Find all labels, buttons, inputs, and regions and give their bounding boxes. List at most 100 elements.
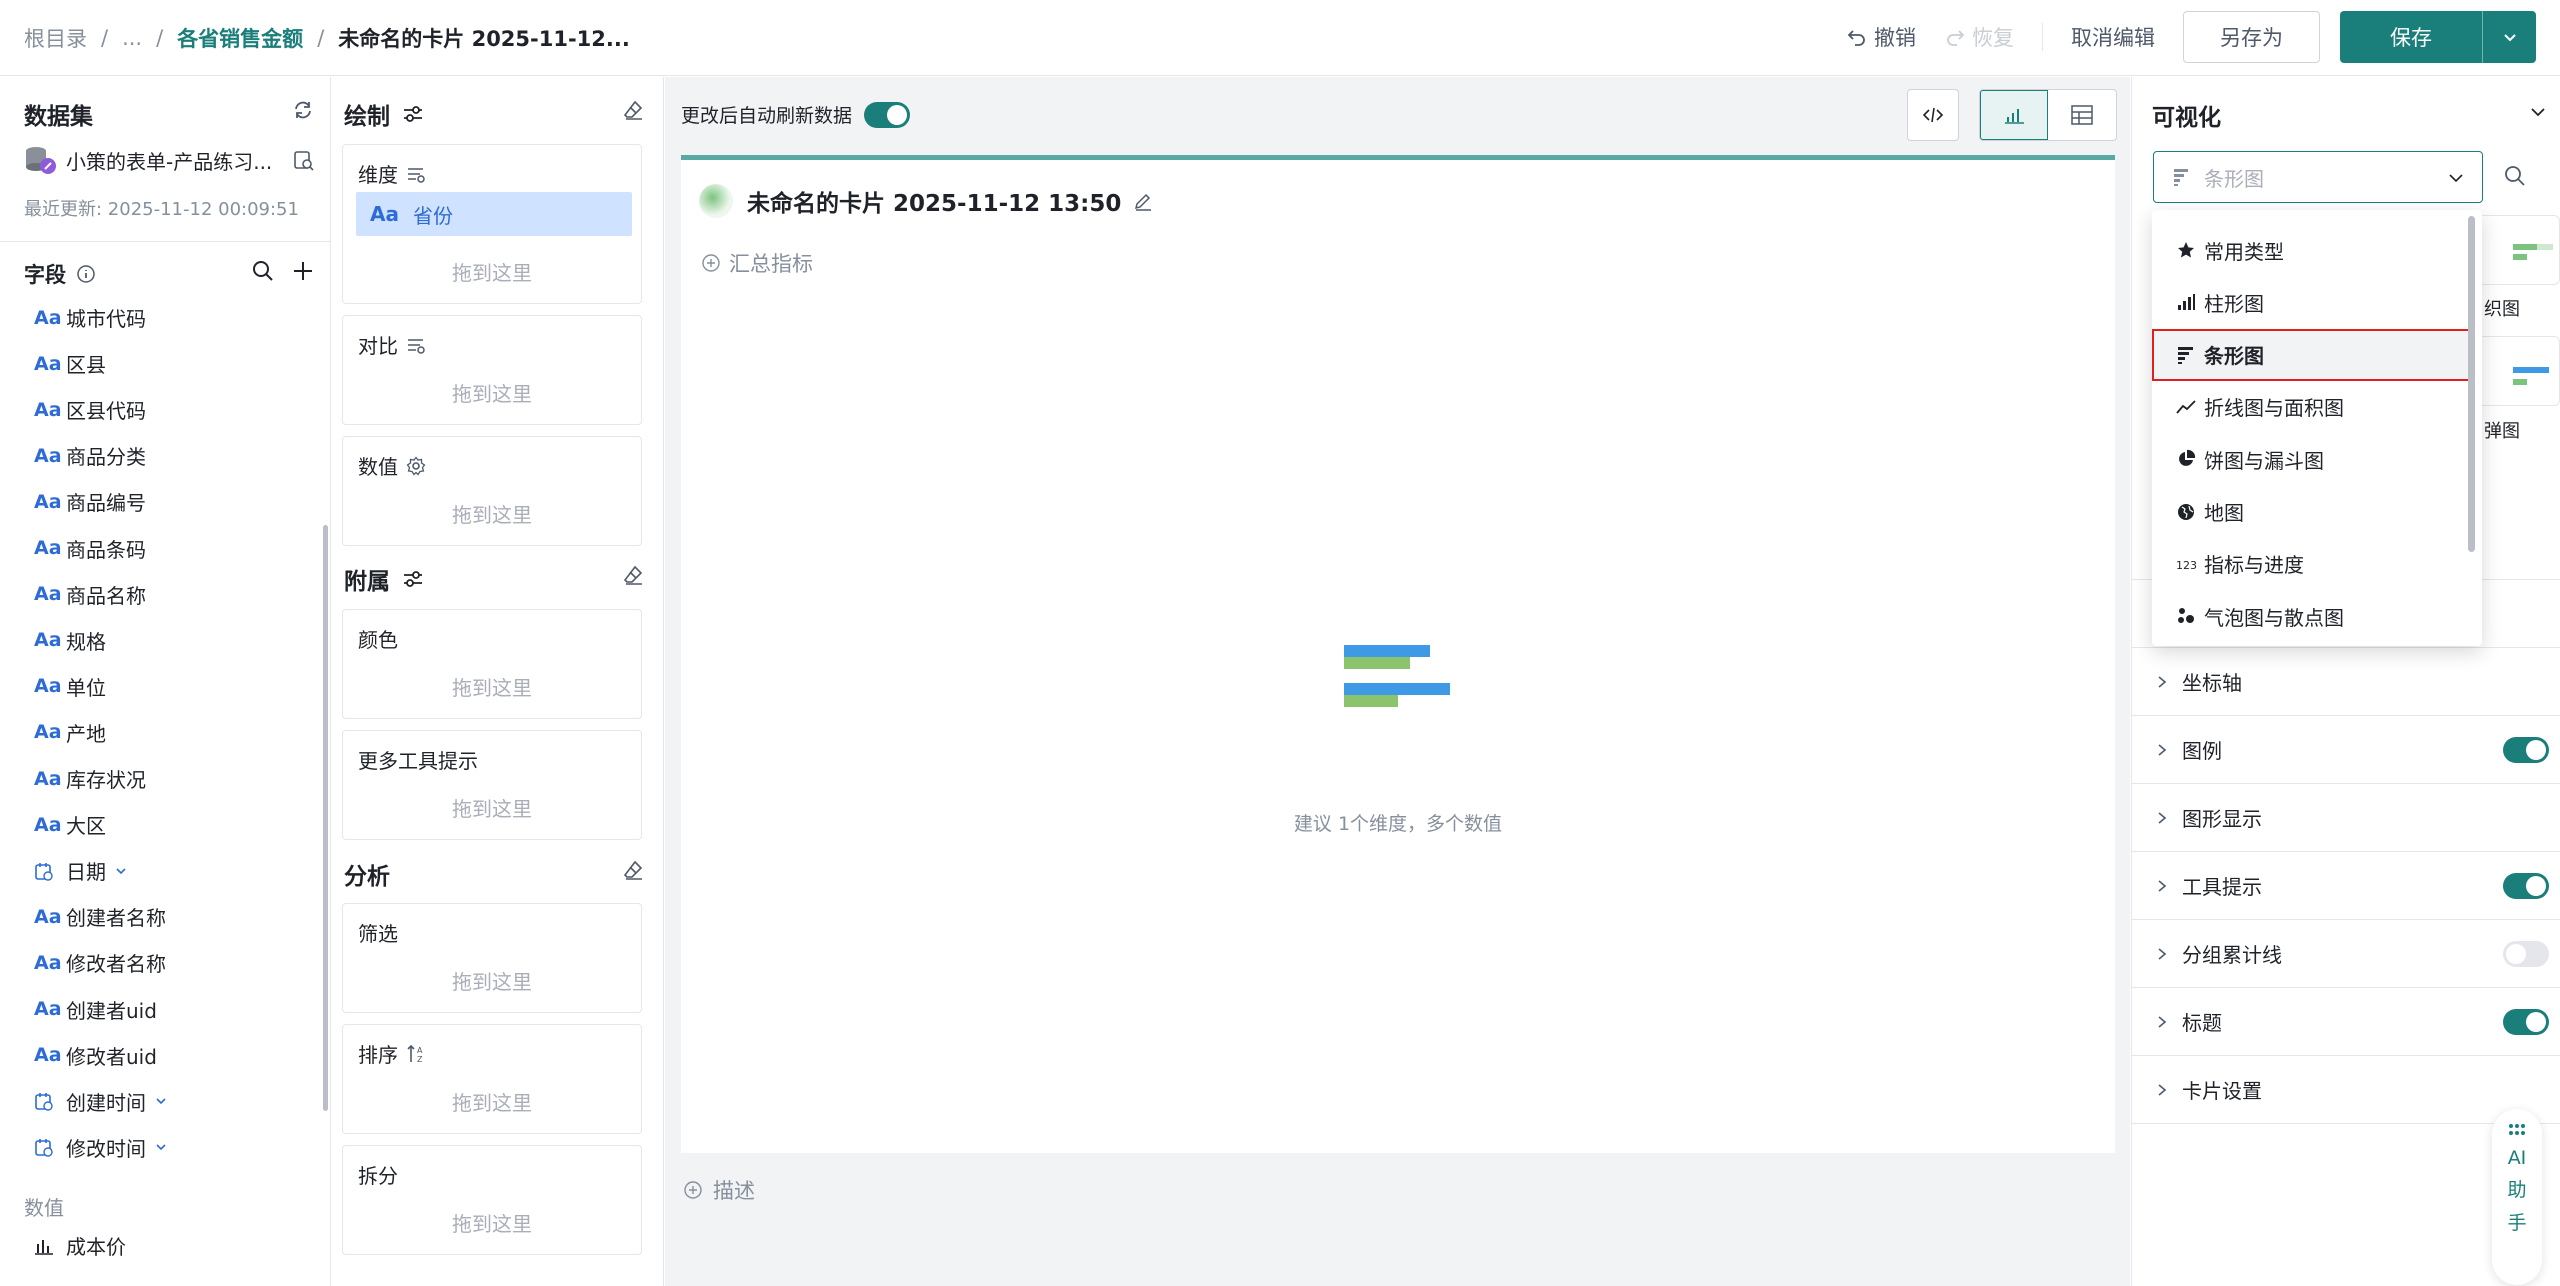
list-settings-icon[interactable] (406, 164, 426, 184)
redo-label: 恢复 (1972, 26, 2014, 50)
sort-icon[interactable]: AZ (406, 1043, 428, 1065)
dropdown-scrollbar[interactable] (2468, 216, 2475, 552)
eraser-icon[interactable] (622, 99, 644, 121)
bar-chart-icon (2005, 109, 2024, 124)
chart-type-select[interactable]: 条形图 (2153, 151, 2483, 203)
ai-assistant-button[interactable]: AI 助 手 (2492, 1109, 2542, 1285)
dataset-item[interactable]: 小策的表单-产品练习... (24, 145, 272, 175)
cancel-edit-button[interactable]: 取消编辑 (2071, 22, 2155, 52)
dimension-chip[interactable]: Aa 省份 (356, 192, 632, 236)
field-item[interactable]: 修改时间 (34, 1133, 168, 1162)
eraser-icon[interactable] (622, 859, 644, 881)
chart-type-option[interactable]: 饼图与漏斗图 (2152, 433, 2482, 485)
edit-icon[interactable] (1133, 191, 1153, 211)
settings-sliders-icon[interactable] (402, 103, 424, 125)
viz-section[interactable]: 工具提示 (2132, 852, 2560, 920)
code-view-button[interactable] (1907, 89, 1959, 141)
breadcrumb-ellipsis[interactable]: ... (122, 26, 142, 50)
switch-dataset-icon[interactable] (292, 99, 314, 121)
preview-dataset-icon[interactable] (292, 149, 314, 171)
save-menu-button[interactable] (2482, 11, 2536, 63)
gear-icon[interactable] (406, 455, 426, 476)
sort-dropzone[interactable]: 排序 AZ 拖到这里 (342, 1024, 642, 1134)
field-item[interactable]: Aa 创建者名称 (34, 902, 166, 931)
chevron-down-icon[interactable] (154, 1140, 168, 1154)
field-item[interactable]: 日期 (34, 856, 128, 885)
field-item[interactable]: Aa 修改者uid (34, 1041, 157, 1070)
chart-type-option[interactable]: 气泡图与散点图 (2152, 590, 2482, 642)
viz-section[interactable]: 图例 (2132, 716, 2560, 784)
section-toggle[interactable] (2503, 736, 2549, 763)
card-title[interactable]: 未命名的卡片 2025-11-12 13:50 (747, 184, 1121, 218)
field-item[interactable]: 创建时间 (34, 1087, 168, 1116)
add-metric[interactable]: 汇总指标 (701, 248, 813, 278)
info-icon[interactable] (76, 264, 96, 284)
field-item[interactable]: Aa 商品名称 (34, 580, 146, 609)
viz-section[interactable]: 坐标轴 (2132, 648, 2560, 716)
save-as-button[interactable]: 另存为 (2183, 11, 2320, 63)
save-button[interactable]: 保存 (2340, 11, 2482, 63)
breadcrumb-folder[interactable]: 各省销售金额 (177, 23, 303, 53)
section-toggle[interactable] (2503, 872, 2549, 899)
chart-type-option[interactable]: 折线图与面积图 (2152, 381, 2482, 433)
field-item[interactable]: Aa 创建者uid (34, 995, 157, 1024)
field-label: 区县代码 (66, 399, 146, 424)
chart-type-option[interactable]: 123 指标与进度 (2152, 538, 2482, 590)
chart-view-button[interactable] (1980, 90, 2049, 140)
chart-type-option[interactable]: 常用类型 (2152, 224, 2482, 276)
chevron-down-icon[interactable] (154, 1094, 168, 1108)
viz-section[interactable]: 标题 (2132, 988, 2560, 1056)
chart-type-option[interactable]: 条形图 (2152, 328, 2474, 381)
eraser-icon[interactable] (622, 564, 644, 586)
filter-dropzone[interactable]: 筛选 拖到这里 (342, 903, 642, 1013)
chevron-down-icon[interactable] (2528, 102, 2548, 122)
search-icon[interactable] (2504, 165, 2526, 187)
field-item[interactable]: Aa 单位 (34, 672, 106, 701)
undo-button[interactable]: 撤销 (1846, 22, 1916, 52)
field-label: 单位 (66, 675, 106, 700)
viz-section[interactable]: 卡片设置 (2132, 1056, 2560, 1124)
viz-section[interactable]: 分组累计线 (2132, 920, 2560, 988)
number-field-item[interactable]: 成本价 (34, 1231, 126, 1260)
chevron-down-icon[interactable] (114, 864, 128, 878)
field-item[interactable]: Aa 大区 (34, 810, 106, 839)
field-item[interactable]: Aa 商品编号 (34, 487, 146, 516)
chart-thumbnail[interactable] (2472, 336, 2560, 406)
auto-refresh-toggle[interactable] (864, 101, 911, 128)
add-description[interactable]: 描述 (683, 1175, 755, 1205)
tooltip-dropzone[interactable]: 更多工具提示 拖到这里 (342, 730, 642, 840)
redo-button[interactable]: 恢复 (1944, 22, 2014, 52)
chart-type-option[interactable]: 地图 (2152, 486, 2482, 538)
add-metric-label: 汇总指标 (729, 252, 813, 276)
color-dropzone[interactable]: 颜色 拖到这里 (342, 609, 642, 719)
field-label: 创建者名称 (66, 906, 166, 931)
undo-label: 撤销 (1874, 26, 1916, 50)
section-toggle[interactable] (2503, 940, 2549, 967)
viz-section[interactable]: 图形显示 (2132, 784, 2560, 852)
breadcrumb-root[interactable]: 根目录 (24, 23, 87, 53)
value-dropzone[interactable]: 数值 拖到这里 (342, 436, 642, 546)
field-item[interactable]: Aa 城市代码 (34, 303, 146, 332)
chart-thumbnail[interactable] (2472, 215, 2560, 285)
field-item[interactable]: Aa 修改者名称 (34, 948, 166, 977)
search-icon[interactable] (252, 260, 274, 282)
scrollbar[interactable] (323, 525, 328, 1111)
add-field-icon[interactable] (292, 260, 314, 282)
field-item[interactable]: Aa 规格 (34, 626, 106, 655)
settings-sliders-icon[interactable] (402, 568, 424, 590)
dimension-dropzone[interactable]: 维度 Aa 省份 拖到这里 (342, 144, 642, 304)
field-item[interactable]: Aa 商品分类 (34, 441, 146, 470)
table-view-button[interactable] (2048, 90, 2116, 140)
field-item[interactable]: Aa 区县代码 (34, 395, 146, 424)
viz-section-label: 工具提示 (2182, 875, 2262, 899)
split-dropzone[interactable]: 拆分 拖到这里 (342, 1145, 642, 1255)
compare-dropzone[interactable]: 对比 拖到这里 (342, 315, 642, 425)
field-item[interactable]: Aa 产地 (34, 718, 106, 747)
field-item[interactable]: Aa 商品条码 (34, 534, 146, 563)
chart-type-option[interactable]: 柱形图 (2152, 276, 2482, 328)
field-item[interactable]: Aa 库存状况 (34, 764, 146, 793)
column-chart-icon (2176, 292, 2204, 312)
field-item[interactable]: Aa 区县 (34, 349, 106, 378)
section-toggle[interactable] (2503, 1008, 2549, 1035)
list-settings-icon[interactable] (406, 335, 426, 355)
